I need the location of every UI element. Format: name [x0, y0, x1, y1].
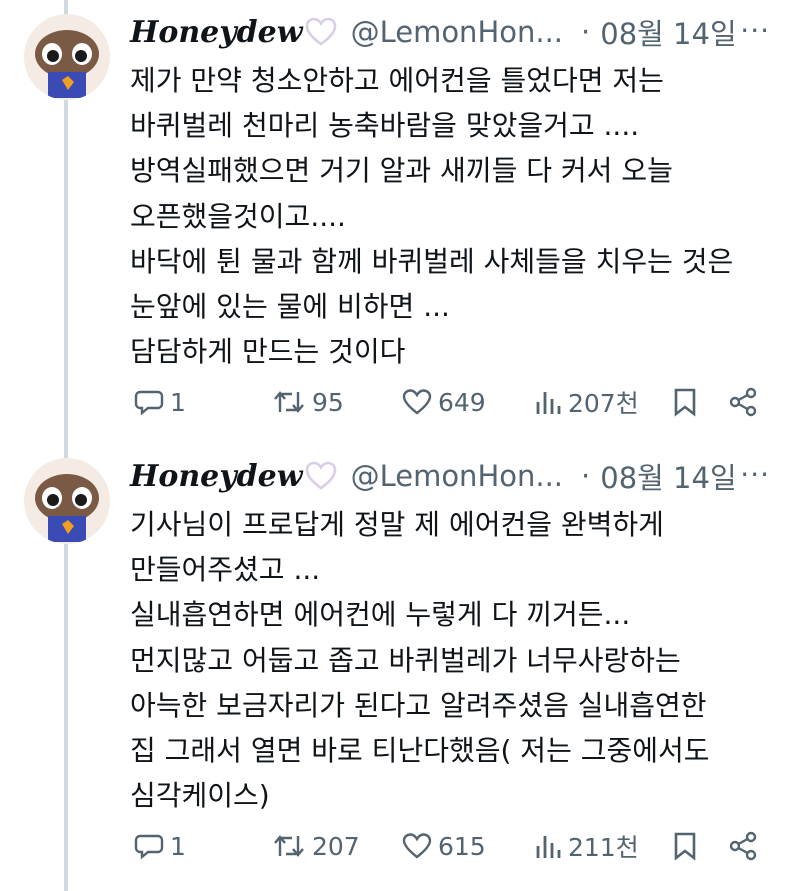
time-separator: ·: [581, 459, 591, 493]
reply-icon: [134, 834, 164, 860]
tweet-text: 제가 만약 청소안하고 에어컨을 틀었다면 저는 바퀴벌레 천마리 농축바람을 …: [130, 58, 780, 374]
tweet-actions: 1 207 615 211천: [130, 826, 770, 866]
author-handle[interactable]: @LemonHon...: [351, 459, 563, 493]
tweet-text-line: 실내흡연하면 에어컨에 누렇게 다 끼거든...: [130, 598, 631, 632]
views-button[interactable]: 211천: [534, 826, 639, 866]
tweet-text-line: 먼지많고 어둡고 좁고 바퀴벌레가 너무사랑하는: [130, 643, 681, 677]
tweet-text-line: 방역실패했으면 거기 알과 새끼들 다 커서 오늘: [130, 154, 673, 188]
bookmark-icon: [674, 832, 696, 861]
view-count: 207천: [568, 389, 639, 418]
share-icon: [729, 831, 757, 861]
tweet-text-line: 바퀴벌레 천마리 농축바람을 맞았을거고 ....: [130, 109, 640, 143]
time-separator: ·: [581, 15, 591, 49]
author-handle[interactable]: @LemonHon...: [351, 15, 563, 49]
like-button[interactable]: 615: [402, 826, 486, 866]
retweet-count: 95: [312, 387, 344, 417]
tweet-text-line: 심각케이스): [130, 779, 270, 813]
tweet-text-line: 오픈했을것이고....: [130, 199, 346, 233]
views-button[interactable]: 207천: [534, 382, 639, 422]
share-icon: [729, 387, 757, 417]
tweet-header: Honeydew @LemonHon... · 08월 14일: [130, 456, 737, 496]
retweet-button[interactable]: 95: [272, 382, 344, 422]
reply-icon: [134, 390, 164, 416]
tweet-header: Honeydew @LemonHon... · 08월 14일: [130, 12, 737, 52]
reply-count: 1: [170, 831, 186, 861]
reply-count: 1: [170, 387, 186, 417]
white-heart-icon: [305, 17, 336, 46]
tweet-text-line: 눈앞에 있는 물에 비하면 ...: [130, 289, 450, 323]
tweet-text-line: 제가 만약 청소안하고 에어컨을 틀었다면 저는: [130, 64, 664, 97]
tweet-text-line: 담담하게 만드는 것이다: [130, 335, 406, 369]
author-name[interactable]: Honeydew: [130, 15, 303, 50]
reply-button[interactable]: 1: [134, 382, 186, 422]
more-options-icon[interactable]: ···: [740, 458, 770, 491]
tweet-text-line: 바닥에 튄 물과 함께 바퀴벌레 사체들을 치우는 것은: [130, 244, 734, 278]
tweet-text-line: 집 그래서 열면 바로 티난다했음( 저는 그중에서도: [130, 733, 710, 767]
tweet-text: 기사님이 프로답게 정말 제 에어컨을 완벽하게 만들어주셨고 ... 실내흡연…: [130, 502, 780, 818]
tweet-text-line: 아늑한 보금자리가 된다고 알려주셨음 실내흡연한: [130, 688, 707, 722]
reply-button[interactable]: 1: [134, 826, 186, 866]
bookmark-button[interactable]: [672, 382, 698, 422]
tweet-actions: 1 95 649 207천: [130, 382, 770, 422]
tweet-time[interactable]: 08월 14일: [600, 455, 736, 497]
like-heart-icon: [402, 833, 432, 859]
white-heart-icon: [305, 461, 336, 490]
thread-line: [64, 0, 68, 891]
tweet-text-line: 기사님이 프로답게 정말 제 에어컨을 완벽하게: [130, 508, 664, 541]
like-count: 649: [438, 387, 486, 417]
retweet-icon: [274, 391, 304, 413]
author-name[interactable]: Honeydew: [130, 459, 303, 494]
tweet-time[interactable]: 08월 14일: [600, 11, 736, 53]
views-bar-chart-icon: [536, 392, 561, 414]
like-button[interactable]: 649: [402, 382, 486, 422]
tweet-text-line: 만들어주셨고 ...: [130, 553, 321, 587]
retweet-count: 207: [312, 831, 360, 861]
retweet-button[interactable]: 207: [272, 826, 360, 866]
share-button[interactable]: [728, 382, 758, 422]
bookmark-icon: [674, 388, 696, 417]
views-bar-chart-icon: [536, 836, 561, 858]
bookmark-button[interactable]: [672, 826, 698, 866]
avatar[interactable]: [24, 458, 110, 544]
like-heart-icon: [402, 389, 432, 415]
share-button[interactable]: [728, 826, 758, 866]
avatar[interactable]: [24, 14, 110, 100]
like-count: 615: [438, 831, 486, 861]
more-options-icon[interactable]: ···: [740, 14, 770, 47]
retweet-icon: [274, 835, 304, 857]
view-count: 211천: [568, 833, 639, 862]
